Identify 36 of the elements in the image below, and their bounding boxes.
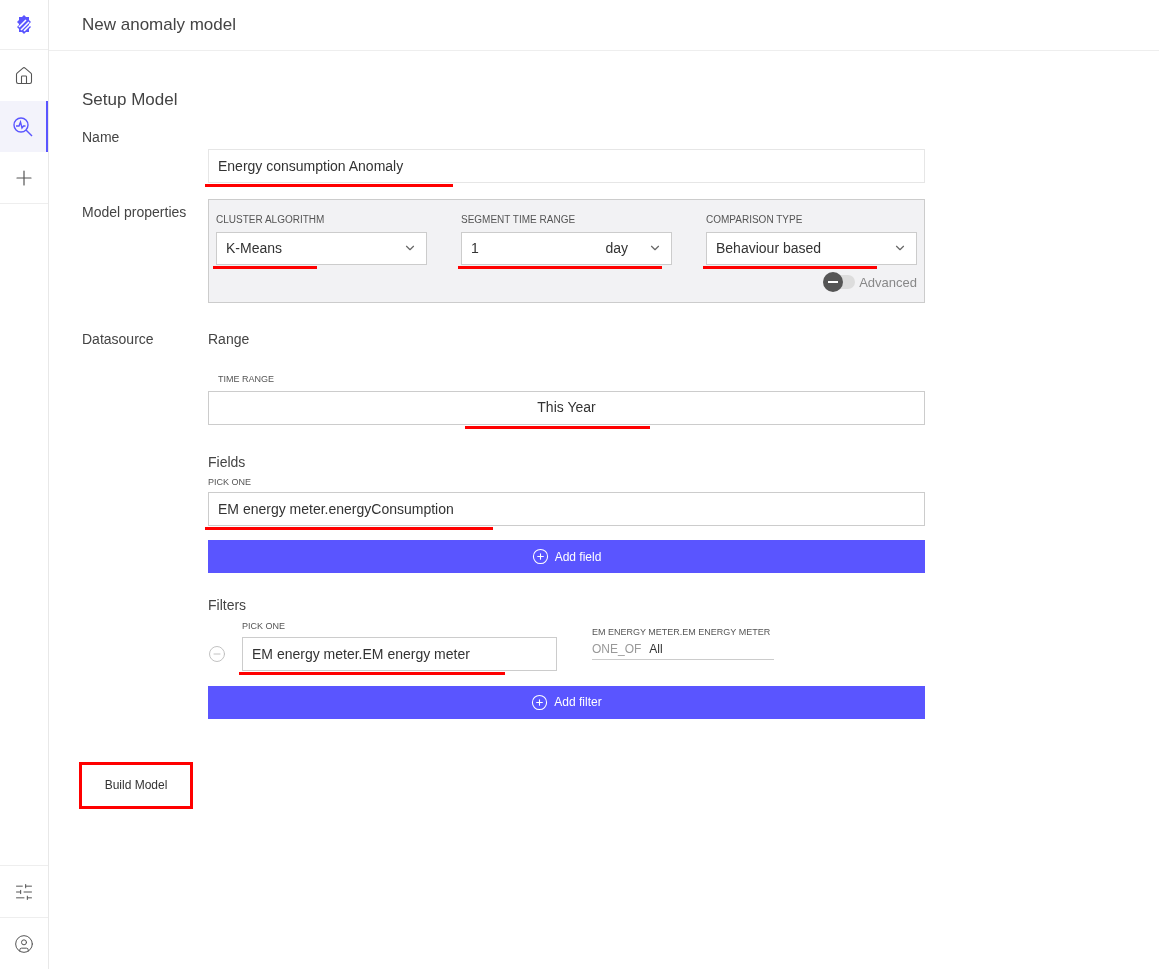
field-label: Model properties <box>82 202 188 222</box>
sliders-icon <box>14 881 34 902</box>
field-caption: EM ENERGY METER.EM ENERGY METER <box>592 626 772 639</box>
select-label: COMPARISON TYPE <box>706 212 804 227</box>
select-label: CLUSTER ALGORITHM <box>216 212 326 227</box>
field-input[interactable]: EM energy meter.energyConsumption <box>208 492 925 526</box>
field-caption: PICK ONE <box>242 620 286 633</box>
user-icon <box>14 933 34 954</box>
remove-icon[interactable] <box>208 644 226 663</box>
home-icon <box>14 65 34 86</box>
add-field-button[interactable]: Add field <box>208 540 925 573</box>
advanced-toggle[interactable] <box>823 275 856 290</box>
field-caption: TIME RANGE <box>218 373 275 386</box>
subsection-title: Filters <box>208 596 248 615</box>
add-filter-button[interactable]: Add filter <box>208 685 925 719</box>
search-icon <box>12 115 34 138</box>
dropdown[interactable]: 1 day <box>461 231 672 265</box>
build-model-button[interactable]: Build Model <box>79 761 193 809</box>
nav-item[interactable] <box>0 101 48 152</box>
field-caption: PICK ONE <box>208 475 252 489</box>
dropdown[interactable]: Behaviour based <box>706 231 917 265</box>
dropdown[interactable]: K-Means <box>216 231 427 265</box>
name-input[interactable]: Energy consumption Anomaly <box>208 148 925 183</box>
page-title: New anomaly model <box>82 14 236 37</box>
field-label: Datasource <box>82 330 155 349</box>
time-range-select[interactable]: This Year <box>208 390 925 425</box>
subsection-title: Fields <box>208 452 247 472</box>
filter-input[interactable]: EM energy meter.EM energy meter <box>242 636 557 671</box>
plus-circle-icon <box>531 548 549 565</box>
subsection-title: Range <box>208 330 251 349</box>
section-title: Setup Model <box>82 89 179 111</box>
field-label: Name <box>82 127 121 147</box>
toggle-label: Advanced <box>859 273 917 292</box>
select-label: SEGMENT TIME RANGE <box>461 212 577 227</box>
condition-field[interactable]: ONE_OF All <box>592 639 774 660</box>
plus-circle-icon <box>531 693 549 711</box>
